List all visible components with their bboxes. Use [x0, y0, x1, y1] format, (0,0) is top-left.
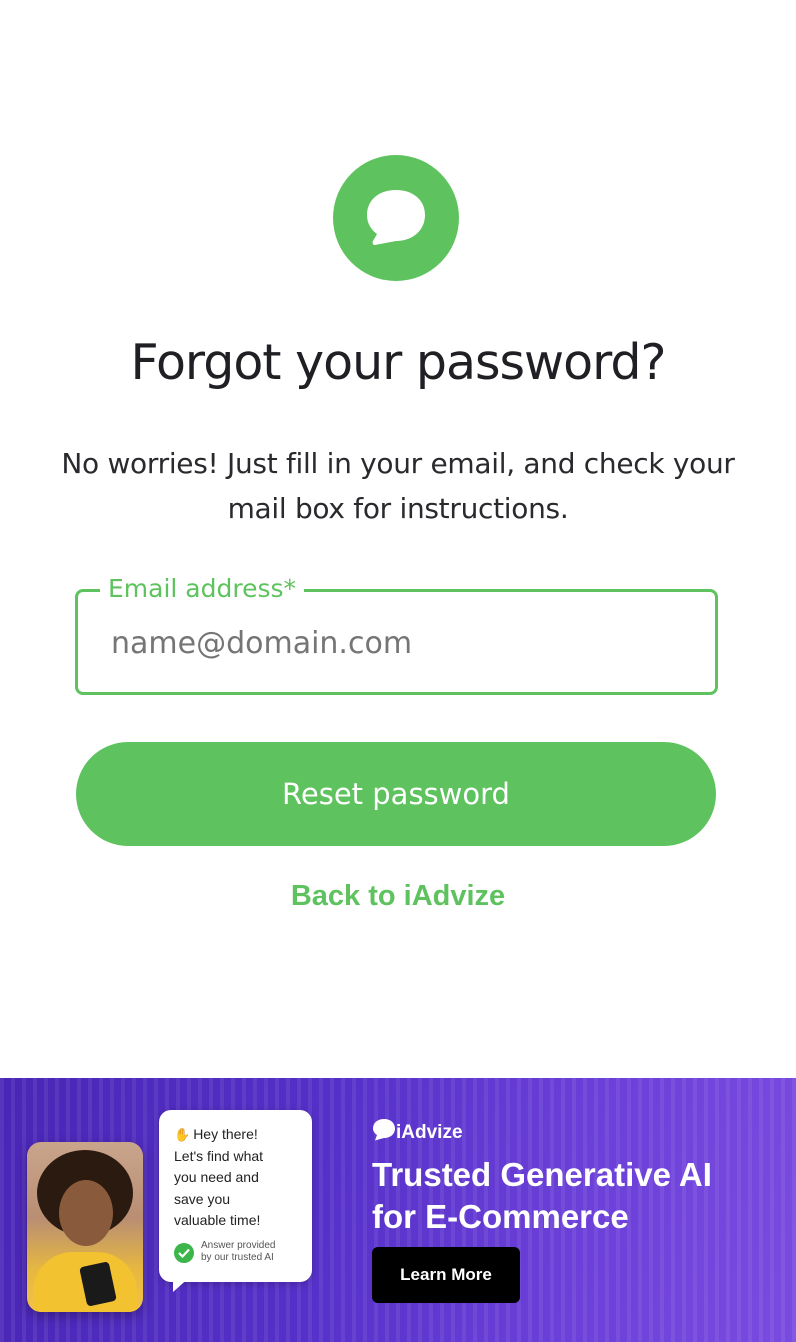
waving-hand-icon: ✋	[174, 1127, 191, 1142]
chat-greeting: Hey there!	[193, 1126, 258, 1142]
promo-banner[interactable]: ✋ Hey there! Let's find what you need and…	[0, 1078, 796, 1342]
iadvize-logo-icon	[373, 1119, 395, 1141]
answer-note: Answer provided by our trusted AI	[201, 1240, 276, 1263]
page-subtitle: No worries! Just fill in your email, and…	[61, 447, 735, 525]
email-field[interactable]: Email address*	[75, 572, 718, 695]
app-logo	[333, 155, 459, 281]
reset-password-button[interactable]: Reset password	[76, 742, 716, 846]
chat-bubble-icon	[367, 190, 425, 245]
customer-photo	[27, 1142, 143, 1312]
back-to-iadvize-link[interactable]: Back to iAdvize	[0, 880, 796, 913]
email-label: Email address*	[100, 572, 305, 606]
learn-more-button[interactable]: Learn More	[372, 1247, 520, 1303]
check-icon	[174, 1243, 194, 1263]
brand-name: iAdvize	[396, 1122, 463, 1143]
chat-bubble-card: ✋ Hey there! Let's find what you need and…	[159, 1110, 312, 1292]
chat-greeting-row: ✋ Hey there!	[174, 1124, 302, 1146]
answer-note-row: Answer provided by our trusted AI	[174, 1240, 304, 1268]
chat-bubble-tail	[173, 1276, 191, 1292]
chat-message: Let's find what you need and save you va…	[174, 1147, 264, 1229]
page-title: Forgot your password?	[130, 334, 667, 391]
email-input[interactable]	[111, 618, 691, 668]
banner-headline: Trusted Generative AI for E-Commerce	[372, 1156, 712, 1235]
